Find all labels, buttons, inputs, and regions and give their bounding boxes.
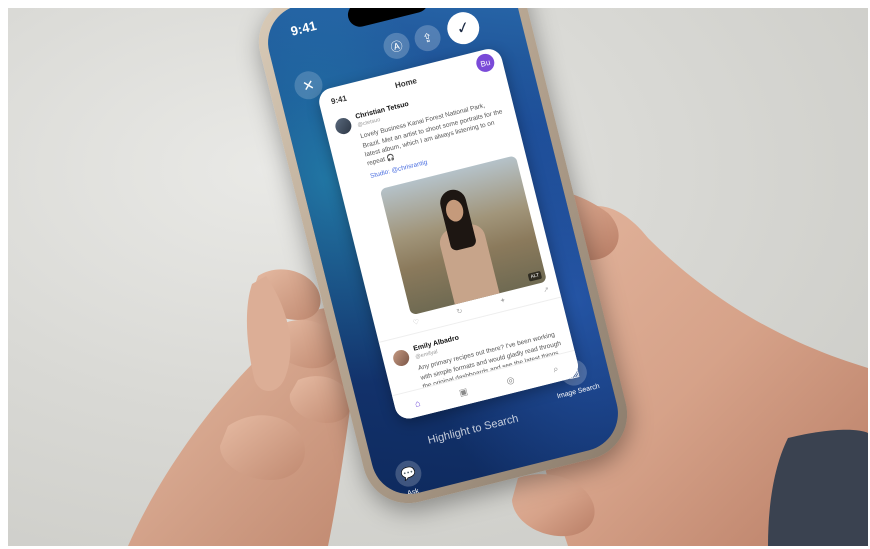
repost-icon[interactable]: ↻: [456, 307, 463, 316]
avatar: Bu: [474, 51, 497, 74]
translate-icon: Ⓐ: [389, 38, 405, 55]
checkmark-icon: ✓: [454, 18, 472, 39]
person-figure: [428, 185, 500, 307]
home-icon[interactable]: ⌂: [414, 398, 422, 409]
share-post-icon[interactable]: ↗: [542, 286, 550, 294]
sparkle-icon[interactable]: ✦: [499, 296, 506, 305]
close-icon: ✕: [300, 75, 316, 95]
card-title: Home: [394, 76, 418, 91]
post-avatar: [391, 348, 411, 368]
explore-icon[interactable]: ◎: [505, 374, 515, 387]
photo-frame: 9:41 ▮▮▮ ◠ ▬ ✕ Ⓐ ⇪ ✓ 9:41 Home Bu: [8, 8, 868, 546]
like-icon[interactable]: ♡: [412, 318, 420, 327]
image-search-icon: ▨: [557, 356, 590, 389]
notifications-icon[interactable]: ▣: [458, 386, 469, 399]
card-time: 9:41: [330, 93, 348, 107]
alt-badge: ALT: [527, 270, 543, 282]
post-avatar: [333, 116, 354, 136]
share-icon: ⇪: [421, 30, 435, 47]
